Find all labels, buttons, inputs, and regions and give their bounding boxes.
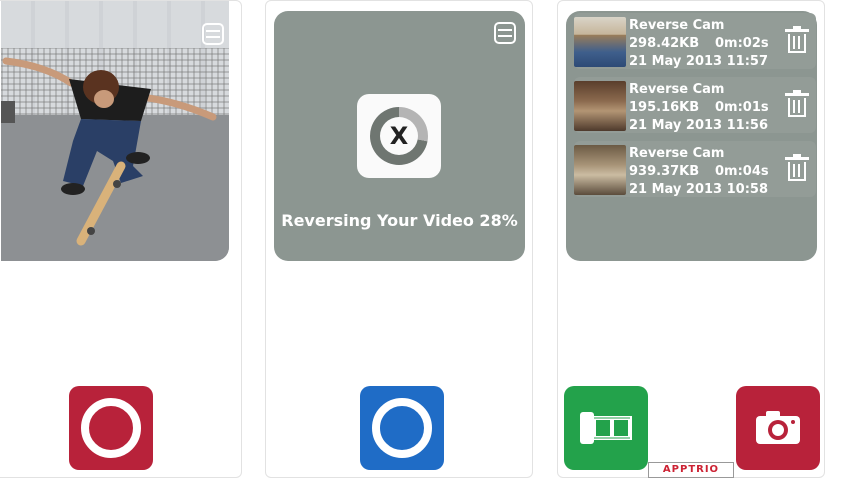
record-icon — [372, 398, 432, 458]
video-duration: 0m:02s — [715, 36, 769, 51]
trash-icon[interactable] — [785, 154, 809, 181]
screen-camera-preview — [0, 0, 242, 478]
progress-card: X Reversing Your Video 28% — [274, 11, 525, 261]
watermark-logo: APPTRIO — [648, 462, 734, 478]
video-thumbnail — [574, 17, 626, 67]
list-item[interactable]: Reverse Cam 298.42KB 0m:02s 21 May 2013 … — [574, 13, 816, 69]
menu-icon[interactable] — [202, 23, 224, 45]
list-item[interactable]: Reverse Cam 195.16KB 0m:01s 21 May 2013 … — [574, 77, 816, 133]
camera-preview-photo — [1, 1, 229, 261]
video-title: Reverse Cam — [629, 146, 725, 161]
trash-icon[interactable] — [785, 90, 809, 117]
video-size: 298.42KB — [629, 36, 700, 51]
video-date: 21 May 2013 11:57 — [629, 54, 769, 69]
list-item[interactable]: Reverse Cam 939.37KB 0m:04s 21 May 2013 … — [574, 141, 816, 197]
cancel-progress-button[interactable]: X — [357, 94, 441, 178]
video-title: Reverse Cam — [629, 82, 725, 97]
camera-button[interactable] — [736, 386, 820, 470]
record-icon — [81, 398, 141, 458]
skateboarder-figure — [1, 57, 217, 246]
screen-video-list: Reverse Cam 298.42KB 0m:02s 21 May 2013 … — [557, 0, 825, 478]
record-button[interactable] — [69, 386, 153, 470]
video-thumbnail — [574, 81, 626, 131]
gallery-button[interactable] — [564, 386, 648, 470]
close-icon: X — [380, 117, 418, 155]
video-size: 939.37KB — [629, 164, 700, 179]
video-list-card: Reverse Cam 298.42KB 0m:02s 21 May 2013 … — [566, 11, 817, 261]
record-button[interactable] — [360, 386, 444, 470]
video-duration: 0m:01s — [715, 100, 769, 115]
film-roll-icon — [580, 412, 632, 444]
trash-icon[interactable] — [785, 26, 809, 53]
camera-icon — [756, 411, 800, 444]
progress-ring: X — [370, 107, 428, 165]
video-size: 195.16KB — [629, 100, 700, 115]
screen-reversing-progress: X Reversing Your Video 28% — [265, 0, 533, 478]
video-date: 21 May 2013 10:58 — [629, 182, 769, 197]
video-thumbnail — [574, 145, 626, 195]
menu-icon[interactable] — [494, 22, 516, 44]
video-duration: 0m:04s — [715, 164, 769, 179]
progress-label: Reversing Your Video 28% — [281, 211, 518, 230]
video-date: 21 May 2013 11:56 — [629, 118, 769, 133]
video-title: Reverse Cam — [629, 18, 725, 33]
